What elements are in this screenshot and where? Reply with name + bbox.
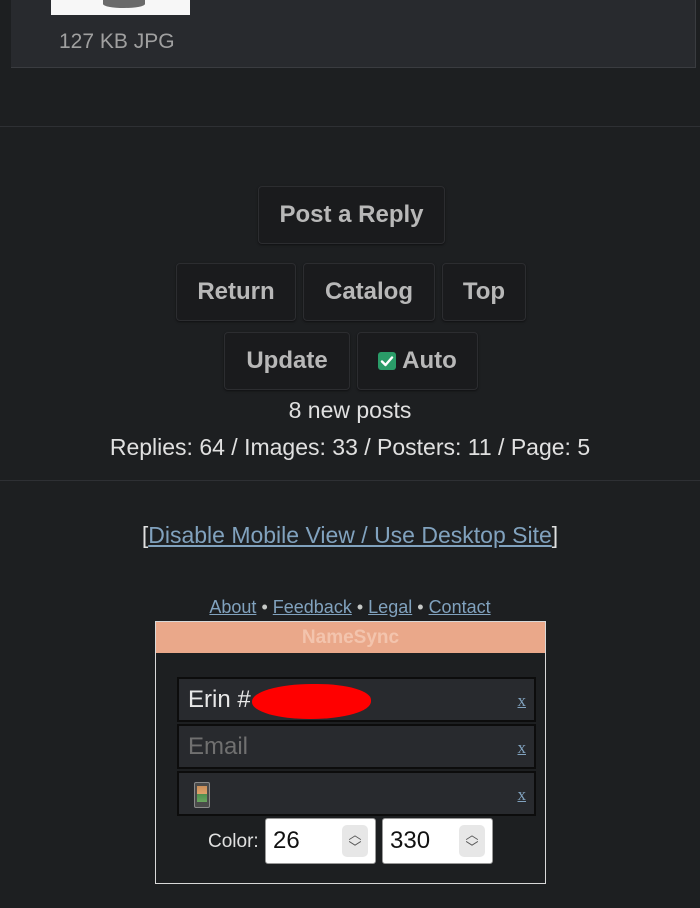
top-button[interactable]: Top xyxy=(442,263,526,321)
divider xyxy=(0,126,700,127)
color-input-1[interactable]: 26 ︿ ﹀ xyxy=(265,818,376,864)
clear-email-button[interactable]: x xyxy=(518,738,527,758)
thumbnail-image-fragment xyxy=(103,0,145,8)
file-info: 127 KB JPG xyxy=(59,30,175,53)
thread-stats: Replies: 64 / Images: 33 / Posters: 11 /… xyxy=(109,434,591,460)
footer-links: About • Feedback • Legal • Contact xyxy=(0,597,700,618)
mobile-view-toggle: [Disable Mobile View / Use Desktop Site] xyxy=(0,522,700,549)
email-placeholder: Email xyxy=(188,733,249,760)
clear-subject-button[interactable]: x xyxy=(518,785,527,805)
namesync-panel: NameSync Erin # x Email x x Color: 26 ︿ ﹀… xyxy=(155,621,546,884)
disable-mobile-view-link[interactable]: Disable Mobile View / Use Desktop Site xyxy=(148,522,552,548)
auto-label: Auto xyxy=(402,347,457,374)
catalog-button[interactable]: Catalog xyxy=(303,263,435,321)
spinner-arrows-icon[interactable]: ︿ ﹀ xyxy=(459,825,485,857)
subject-field[interactable]: x xyxy=(177,771,536,816)
about-link[interactable]: About xyxy=(209,597,256,617)
redaction-mark xyxy=(252,684,371,719)
color-input-2[interactable]: 330 ︿ ﹀ xyxy=(382,818,493,864)
namesync-title[interactable]: NameSync xyxy=(156,622,545,653)
checkbox-checked-icon[interactable] xyxy=(378,352,397,370)
auto-update-toggle[interactable]: Auto xyxy=(357,332,478,390)
post-thumbnail[interactable] xyxy=(51,0,190,15)
color-value-2: 330 xyxy=(390,827,431,854)
divider xyxy=(0,480,700,481)
mobile-phone-icon xyxy=(194,782,210,808)
separator: • xyxy=(417,597,424,617)
update-button[interactable]: Update xyxy=(224,332,350,390)
spinner-arrows-icon[interactable]: ︿ ﹀ xyxy=(342,825,368,857)
separator: • xyxy=(261,597,268,617)
name-value: Erin # xyxy=(188,686,251,713)
email-field[interactable]: Email x xyxy=(177,724,536,769)
bracket-close: ] xyxy=(551,522,559,548)
return-button[interactable]: Return xyxy=(176,263,296,321)
feedback-link[interactable]: Feedback xyxy=(273,597,352,617)
legal-link[interactable]: Legal xyxy=(368,597,412,617)
name-field[interactable]: Erin # x xyxy=(177,677,536,722)
new-posts-count: 8 new posts xyxy=(288,397,412,423)
separator: • xyxy=(356,597,364,617)
contact-link[interactable]: Contact xyxy=(429,597,491,617)
clear-name-button[interactable]: x xyxy=(518,691,527,711)
color-label: Color: xyxy=(208,831,259,852)
post-card: 127 KB JPG xyxy=(11,0,696,68)
post-reply-button[interactable]: Post a Reply xyxy=(258,186,445,244)
color-value-1: 26 xyxy=(273,827,300,854)
